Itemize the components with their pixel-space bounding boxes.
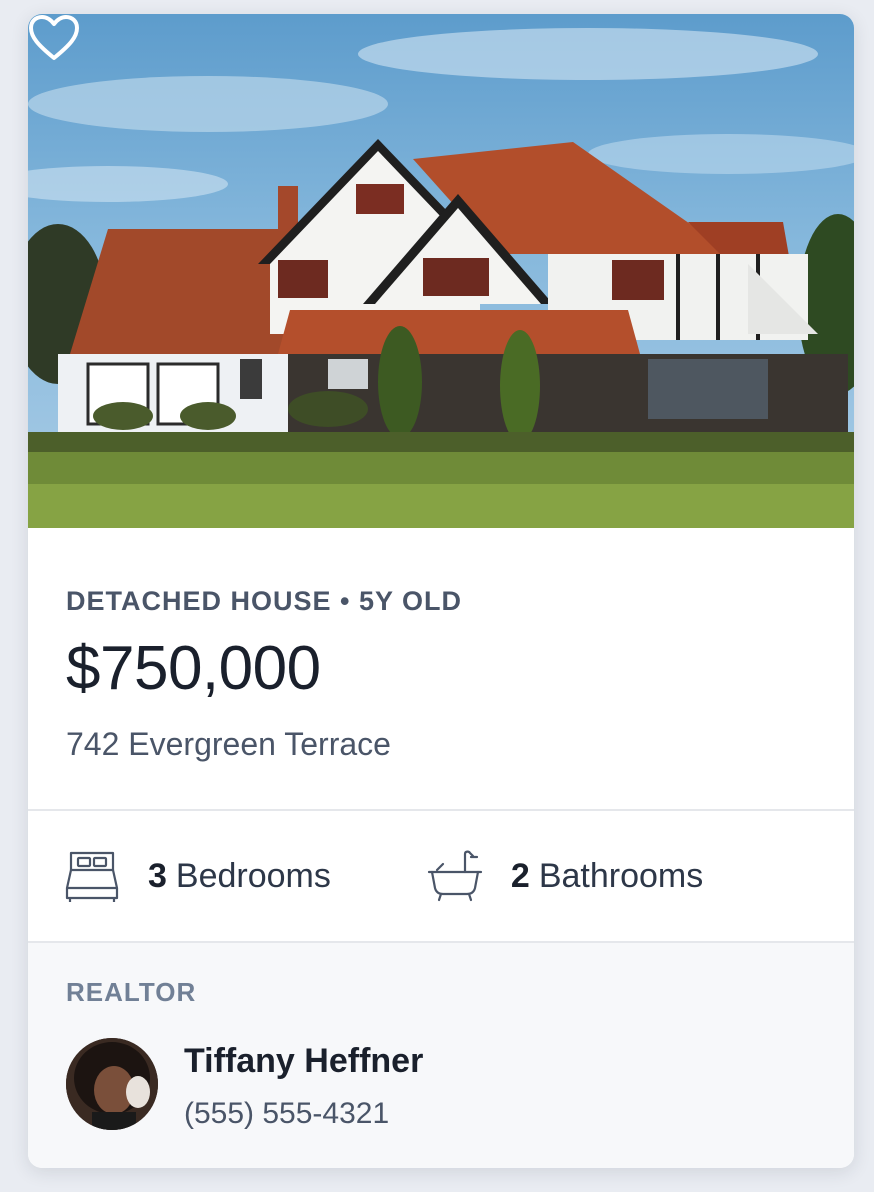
- feature-bathrooms: 2 Bathrooms: [427, 848, 703, 904]
- property-address: 742 Evergreen Terrace: [66, 726, 391, 762]
- avatar[interactable]: [66, 1038, 158, 1130]
- realtor-details: Tiffany Heffner (555) 555-4321: [184, 1042, 423, 1131]
- bathrooms-count: 2: [510, 856, 530, 895]
- bathrooms-label: Bathrooms: [538, 856, 704, 895]
- listing-card[interactable]: DETACHED HOUSE • 5Y OLD $750,000 742 Eve…: [28, 14, 854, 1168]
- realtor-phone[interactable]: (555) 555-4321: [184, 1097, 423, 1131]
- bed-icon: [65, 851, 119, 902]
- realtor-heading: REALTOR: [66, 977, 197, 1007]
- heart-outline-icon[interactable]: [28, 14, 80, 62]
- house-illustration: [28, 28, 854, 528]
- property-price: $750,000: [66, 634, 321, 703]
- bedrooms-count: 3: [148, 856, 167, 895]
- realtor-contact[interactable]: Tiffany Heffner (555) 555-4321: [66, 1038, 816, 1131]
- bathtub-icon: [427, 850, 482, 902]
- listing-info: DETACHED HOUSE • 5Y OLD $750,000 742 Eve…: [28, 528, 854, 809]
- property-features: 3 Bedrooms 2 Bathrooms: [28, 811, 854, 941]
- property-photo[interactable]: [28, 14, 854, 528]
- realtor-section: REALTOR Tiffany Heffner (555) 555-4321: [28, 943, 854, 1168]
- property-meta: DETACHED HOUSE • 5Y OLD: [66, 586, 463, 616]
- avatar-photo: [66, 1038, 158, 1130]
- feature-bedrooms: 3 Bedrooms: [64, 848, 331, 904]
- bedrooms-label: Bedrooms: [175, 856, 331, 895]
- realtor-name[interactable]: Tiffany Heffner: [184, 1042, 423, 1081]
